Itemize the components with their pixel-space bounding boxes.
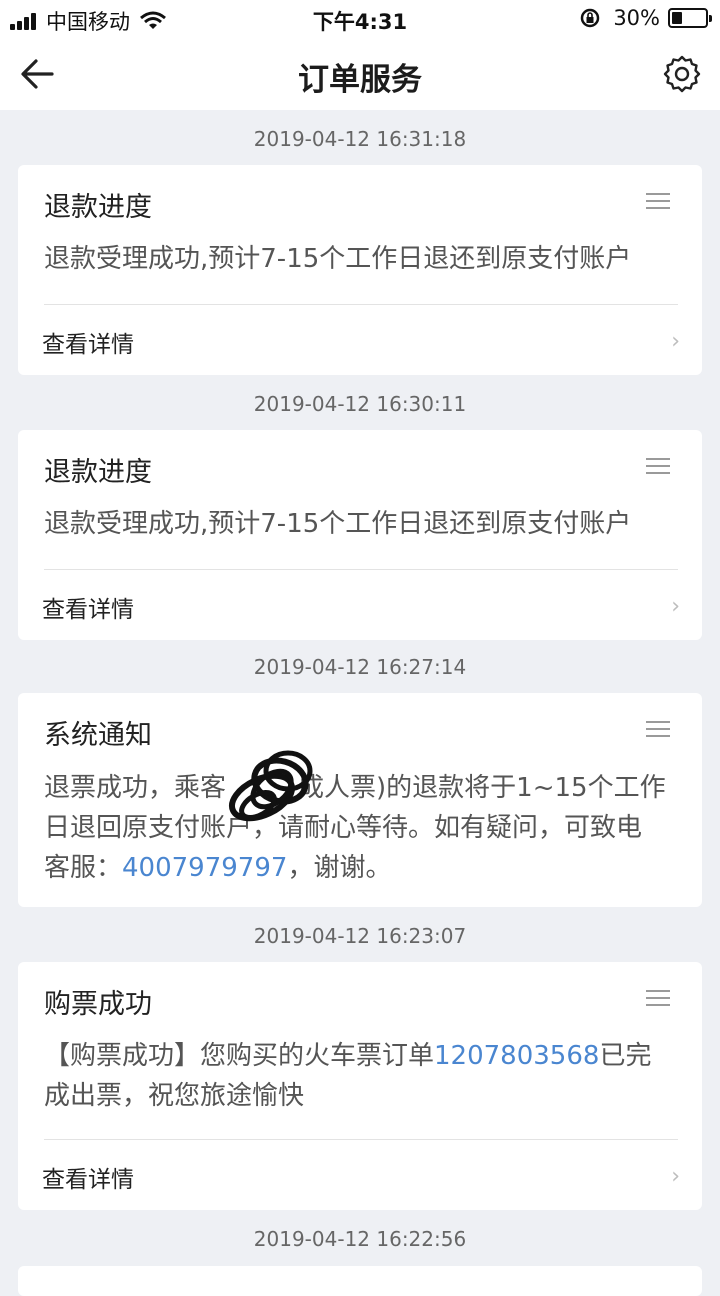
body-text: 已完: [599, 1041, 652, 1071]
divider: [44, 304, 678, 305]
view-details-link[interactable]: 查看详情: [42, 1160, 134, 1194]
message-body: 【购票成功】您购买的火车票订单1207803568已完 成出票，祝您旅途愉快: [44, 1036, 682, 1116]
message-title: 退款进度: [44, 457, 152, 488]
message-timestamp: 2019-04-12 16:23:07: [253, 924, 467, 948]
message-timestamp: 2019-04-12 16:30:11: [253, 392, 467, 416]
message-title: 系统通知: [44, 720, 152, 751]
phone-link[interactable]: 4007979797: [122, 853, 287, 883]
divider: [44, 569, 678, 570]
body-text: 成人票)的退款将于1~15个工作: [298, 773, 666, 803]
body-text: 日退回原支付账户，请耐心等待。如有疑问，可致电: [44, 813, 643, 843]
body-text: 【购票成功】您购买的火车票订单: [44, 1041, 435, 1071]
page-title: 订单服务: [298, 62, 422, 98]
message-card: 退款进度 退款受理成功,预计7-15个工作日退还到原支付账户 查看详情 ›: [18, 165, 702, 375]
nav-bar: 订单服务: [0, 38, 720, 110]
menu-icon[interactable]: [646, 193, 670, 209]
message-card: 系统通知 退票成功，乘客 成人票)的退款将于1~15个工作 日退回原支付账户，请耐…: [18, 693, 702, 907]
rotation-lock-icon: [581, 8, 600, 28]
battery-percent: 30%: [613, 6, 660, 30]
body-text: 客服：: [44, 853, 123, 883]
battery-icon: [668, 8, 712, 28]
message-body: 退款受理成功,预计7-15个工作日退还到原支付账户: [44, 509, 632, 539]
message-card: [18, 1266, 702, 1296]
divider: [44, 1139, 678, 1140]
view-details-link[interactable]: 查看详情: [42, 590, 134, 624]
chevron-right-icon: ›: [671, 1164, 680, 1189]
menu-icon[interactable]: [646, 990, 670, 1006]
top-bar: 中国移动 下午4:31 30% 订单服务: [0, 0, 720, 110]
message-timestamp: 2019-04-12 16:31:18: [253, 127, 467, 151]
status-bar: 中国移动 下午4:31 30%: [0, 0, 720, 38]
message-body: 退款受理成功,预计7-15个工作日退还到原支付账户: [44, 244, 632, 274]
message-body: 退票成功，乘客 成人票)的退款将于1~15个工作 日退回原支付账户，请耐心等待。如…: [44, 768, 682, 888]
body-text: 退票成功，乘客: [44, 773, 227, 803]
view-details-link[interactable]: 查看详情: [42, 325, 134, 359]
chevron-right-icon: ›: [671, 594, 680, 619]
body-text: 成出票，祝您旅途愉快: [44, 1081, 305, 1111]
chevron-right-icon: ›: [671, 329, 680, 354]
message-timestamp: 2019-04-12 16:22:56: [253, 1227, 467, 1251]
message-title: 购票成功: [44, 989, 152, 1020]
message-card: 购票成功 【购票成功】您购买的火车票订单1207803568已完 成出票，祝您旅…: [18, 962, 702, 1210]
message-title: 退款进度: [44, 192, 152, 223]
gear-icon[interactable]: [662, 54, 702, 94]
menu-icon[interactable]: [646, 721, 670, 737]
order-number-link[interactable]: 1207803568: [434, 1041, 599, 1071]
message-card: 退款进度 退款受理成功,预计7-15个工作日退还到原支付账户 查看详情 ›: [18, 430, 702, 640]
menu-icon[interactable]: [646, 458, 670, 474]
message-timestamp: 2019-04-12 16:27:14: [253, 655, 467, 679]
body-text: ，谢谢。: [287, 853, 392, 883]
redaction-scribble: [229, 750, 313, 822]
